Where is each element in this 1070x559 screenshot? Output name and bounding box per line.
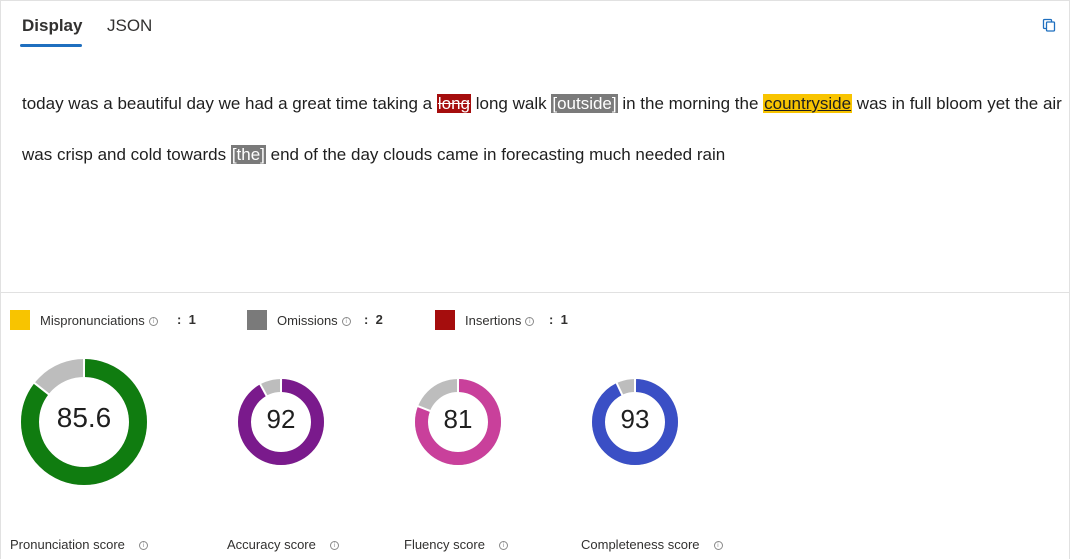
accuracy-score-label: Accuracy score i [227, 537, 339, 552]
transcript-word: long walk [471, 94, 552, 113]
tab-json[interactable]: JSON [107, 16, 152, 36]
completeness-score-label: Completeness score i [581, 537, 723, 552]
omission-count: 2 [375, 312, 383, 327]
legend-separator: : [364, 312, 369, 327]
info-icon[interactable]: i [525, 317, 535, 327]
mispronunciation-swatch [10, 310, 30, 330]
tab-display[interactable]: Display [22, 16, 82, 36]
legend-label: Omissions [277, 313, 338, 328]
fluency-score-gauge: 81 [415, 379, 501, 465]
mispronunciation-count: 1 [188, 312, 196, 327]
legend-label: Insertions [465, 313, 522, 328]
info-icon[interactable]: i [329, 541, 339, 551]
transcript-word: end of the day clouds came in forecastin… [265, 145, 726, 164]
completeness-score-gauge: 93 [592, 379, 678, 465]
info-icon[interactable]: i [498, 541, 508, 551]
active-tab-indicator [20, 44, 82, 47]
legend-separator: : [177, 312, 182, 327]
insertion-count: 1 [560, 312, 568, 327]
mispronunciation-word: countryside [763, 94, 853, 113]
transcript-text: today was a beautiful day we had a great… [22, 78, 1062, 180]
legend-separator: : [549, 312, 554, 327]
transcript-word: in the morning the [617, 94, 764, 113]
legend-label: Mispronunciations [40, 313, 145, 328]
pronunciation-score-label: Pronunciation score i [10, 537, 148, 552]
insertion-swatch [435, 310, 455, 330]
pronunciation-score-gauge: 85.6 [21, 359, 147, 485]
fluency-score-value: 81 [443, 404, 473, 434]
omission-word: [outside] [551, 94, 618, 113]
info-icon[interactable]: i [713, 541, 723, 551]
omission-swatch [247, 310, 267, 330]
insertion-word: long [436, 94, 472, 113]
pronunciation-score-value: 85.6 [56, 402, 112, 433]
info-icon[interactable]: i [148, 317, 158, 327]
omission-word: [the] [230, 145, 266, 164]
info-icon[interactable]: i [341, 317, 351, 327]
transcript-word: today was a beautiful day we had a great… [22, 94, 437, 113]
divider [1, 292, 1069, 293]
completeness-score-value: 93 [620, 404, 650, 434]
fluency-score-label: Fluency score i [404, 537, 508, 552]
accuracy-score-gauge: 92 [238, 379, 324, 465]
accuracy-score-value: 92 [266, 404, 296, 434]
copy-icon[interactable] [1042, 18, 1056, 32]
info-icon[interactable]: i [138, 541, 148, 551]
